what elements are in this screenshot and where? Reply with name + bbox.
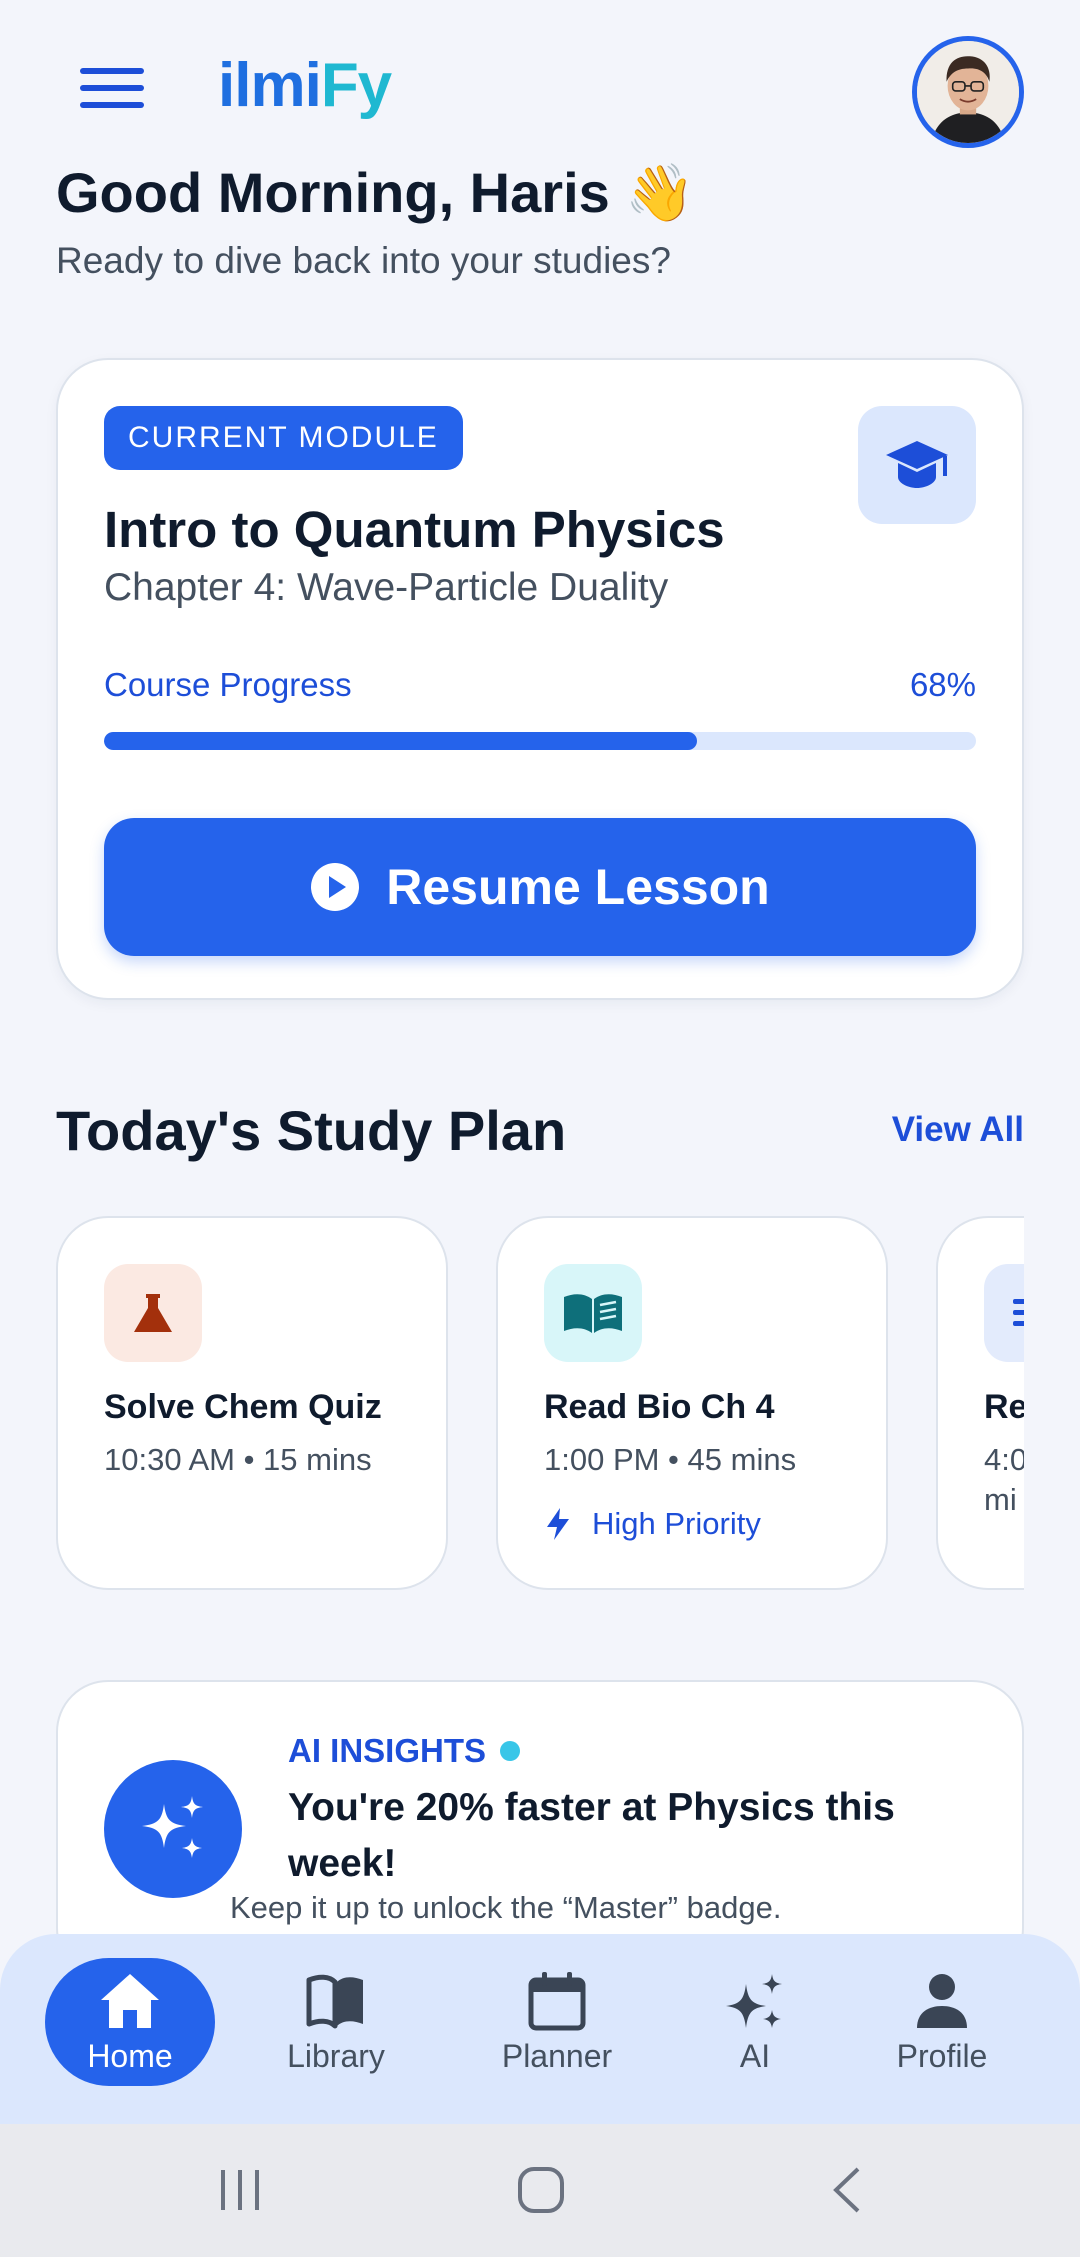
list-icon xyxy=(1013,1299,1024,1326)
book-icon xyxy=(306,1974,363,2028)
study-plan-card-partial[interactable]: Re 4:0 mi xyxy=(936,1216,1024,1590)
logo-main-text: ilmi xyxy=(218,51,322,120)
resume-lesson-button[interactable]: Resume Lesson xyxy=(104,818,976,956)
progress-bar-fill xyxy=(104,732,697,750)
ai-insights-description: Keep it up to unlock the “Master” badge. xyxy=(230,1890,782,1925)
recent-apps-icon xyxy=(221,2170,259,2210)
study-plan-card-bio[interactable]: Read Bio Ch 4 1:00 PM • 45 mins High Pri… xyxy=(496,1216,888,1590)
progress-value: 68% xyxy=(909,666,976,703)
plan-time-line-1: 4:0 xyxy=(984,1442,1024,1477)
nav-label: Profile xyxy=(896,2037,988,2074)
module-title: Intro to Quantum Physics xyxy=(104,501,725,558)
home-system-button[interactable] xyxy=(513,2162,569,2218)
greeting-heading: Good Morning, Haris 👋 xyxy=(56,161,696,224)
module-icon-box xyxy=(858,406,976,524)
hamburger-menu-icon[interactable] xyxy=(80,68,144,116)
status-dot xyxy=(500,1741,521,1761)
plan-icon-box xyxy=(544,1264,642,1362)
nav-item-home[interactable]: Home xyxy=(45,1958,215,2086)
logo-accent-text: Fy xyxy=(320,51,392,120)
bottom-navigation: Home Library Planner AI Profile xyxy=(0,1934,1080,2124)
graduation-cap-icon xyxy=(886,441,948,488)
sparkle-icon xyxy=(142,1796,203,1858)
lightning-bolt-icon xyxy=(547,1508,569,1540)
ai-insights-icon-circle xyxy=(104,1760,242,1898)
nav-label: Library xyxy=(287,2037,385,2074)
nav-label: Home xyxy=(87,2037,173,2074)
plan-icon-box xyxy=(984,1264,1024,1362)
ai-insights-title: You're 20% faster at Physics this week! xyxy=(288,1786,895,1885)
app-logo: ilmiFy xyxy=(218,50,392,121)
study-plan-card-chem[interactable]: Solve Chem Quiz 10:30 AM • 15 mins xyxy=(56,1216,448,1590)
resume-lesson-label: Resume Lesson xyxy=(386,859,770,915)
back-button[interactable] xyxy=(820,2162,876,2218)
calendar-icon xyxy=(528,1971,586,2030)
nav-label: AI xyxy=(739,2037,771,2074)
greeting-subtitle: Ready to dive back into your studies? xyxy=(56,240,671,281)
plan-icon-box xyxy=(104,1264,202,1362)
app-screen: ilmiFy Good Morning, Haris 👋 Ready to di… xyxy=(0,0,1080,2257)
play-circle-icon xyxy=(311,863,360,911)
sparkle-icon xyxy=(726,1973,782,2028)
top-bar: ilmiFy xyxy=(0,0,1080,180)
current-module-card[interactable]: CURRENT MODULE Intro to Quantum Physics … xyxy=(56,358,1024,1000)
progress-bar xyxy=(104,732,976,750)
plan-time-line-2: mi xyxy=(984,1482,1017,1517)
current-module-badge: CURRENT MODULE xyxy=(104,406,463,470)
home-circle-icon xyxy=(518,2167,564,2213)
plan-time: 1:00 PM • 45 mins xyxy=(544,1442,797,1477)
open-book-icon xyxy=(564,1294,622,1333)
nav-item-library[interactable]: Library xyxy=(268,1958,404,2086)
progress-label: Course Progress xyxy=(104,666,352,703)
view-all-link[interactable]: View All xyxy=(892,1110,1024,1150)
plan-title: Re xyxy=(984,1388,1024,1426)
nav-item-profile[interactable]: Profile xyxy=(880,1958,1004,2086)
plan-title: Read Bio Ch 4 xyxy=(544,1388,775,1426)
study-plan-heading: Today's Study Plan xyxy=(56,1099,567,1162)
plan-time: 10:30 AM • 15 mins xyxy=(104,1442,372,1477)
nav-label: Planner xyxy=(501,2037,613,2074)
recent-apps-button[interactable] xyxy=(212,2162,268,2218)
system-navigation-bar xyxy=(0,2124,1080,2257)
ai-insights-tag: AI INSIGHTS xyxy=(288,1732,521,1770)
nav-item-ai[interactable]: AI xyxy=(710,1958,800,2086)
plan-title: Solve Chem Quiz xyxy=(104,1388,382,1426)
flask-icon xyxy=(134,1294,172,1332)
study-plan-carousel[interactable]: Solve Chem Quiz 10:30 AM • 15 mins Read … xyxy=(56,1216,1024,1592)
nav-item-planner[interactable]: Planner xyxy=(487,1958,627,2086)
plan-time: 4:0 mi xyxy=(984,1440,1024,1520)
module-chapter: Chapter 4: Wave-Particle Duality xyxy=(104,566,669,609)
priority-tag: High Priority xyxy=(544,1506,761,1542)
ai-insights-tag-label: AI INSIGHTS xyxy=(288,1732,487,1769)
avatar-image xyxy=(917,41,1019,143)
back-chevron-icon xyxy=(833,2167,860,2213)
avatar[interactable] xyxy=(912,36,1024,148)
home-icon xyxy=(101,1973,159,2028)
person-icon xyxy=(917,1973,967,2028)
priority-label: High Priority xyxy=(592,1506,761,1541)
